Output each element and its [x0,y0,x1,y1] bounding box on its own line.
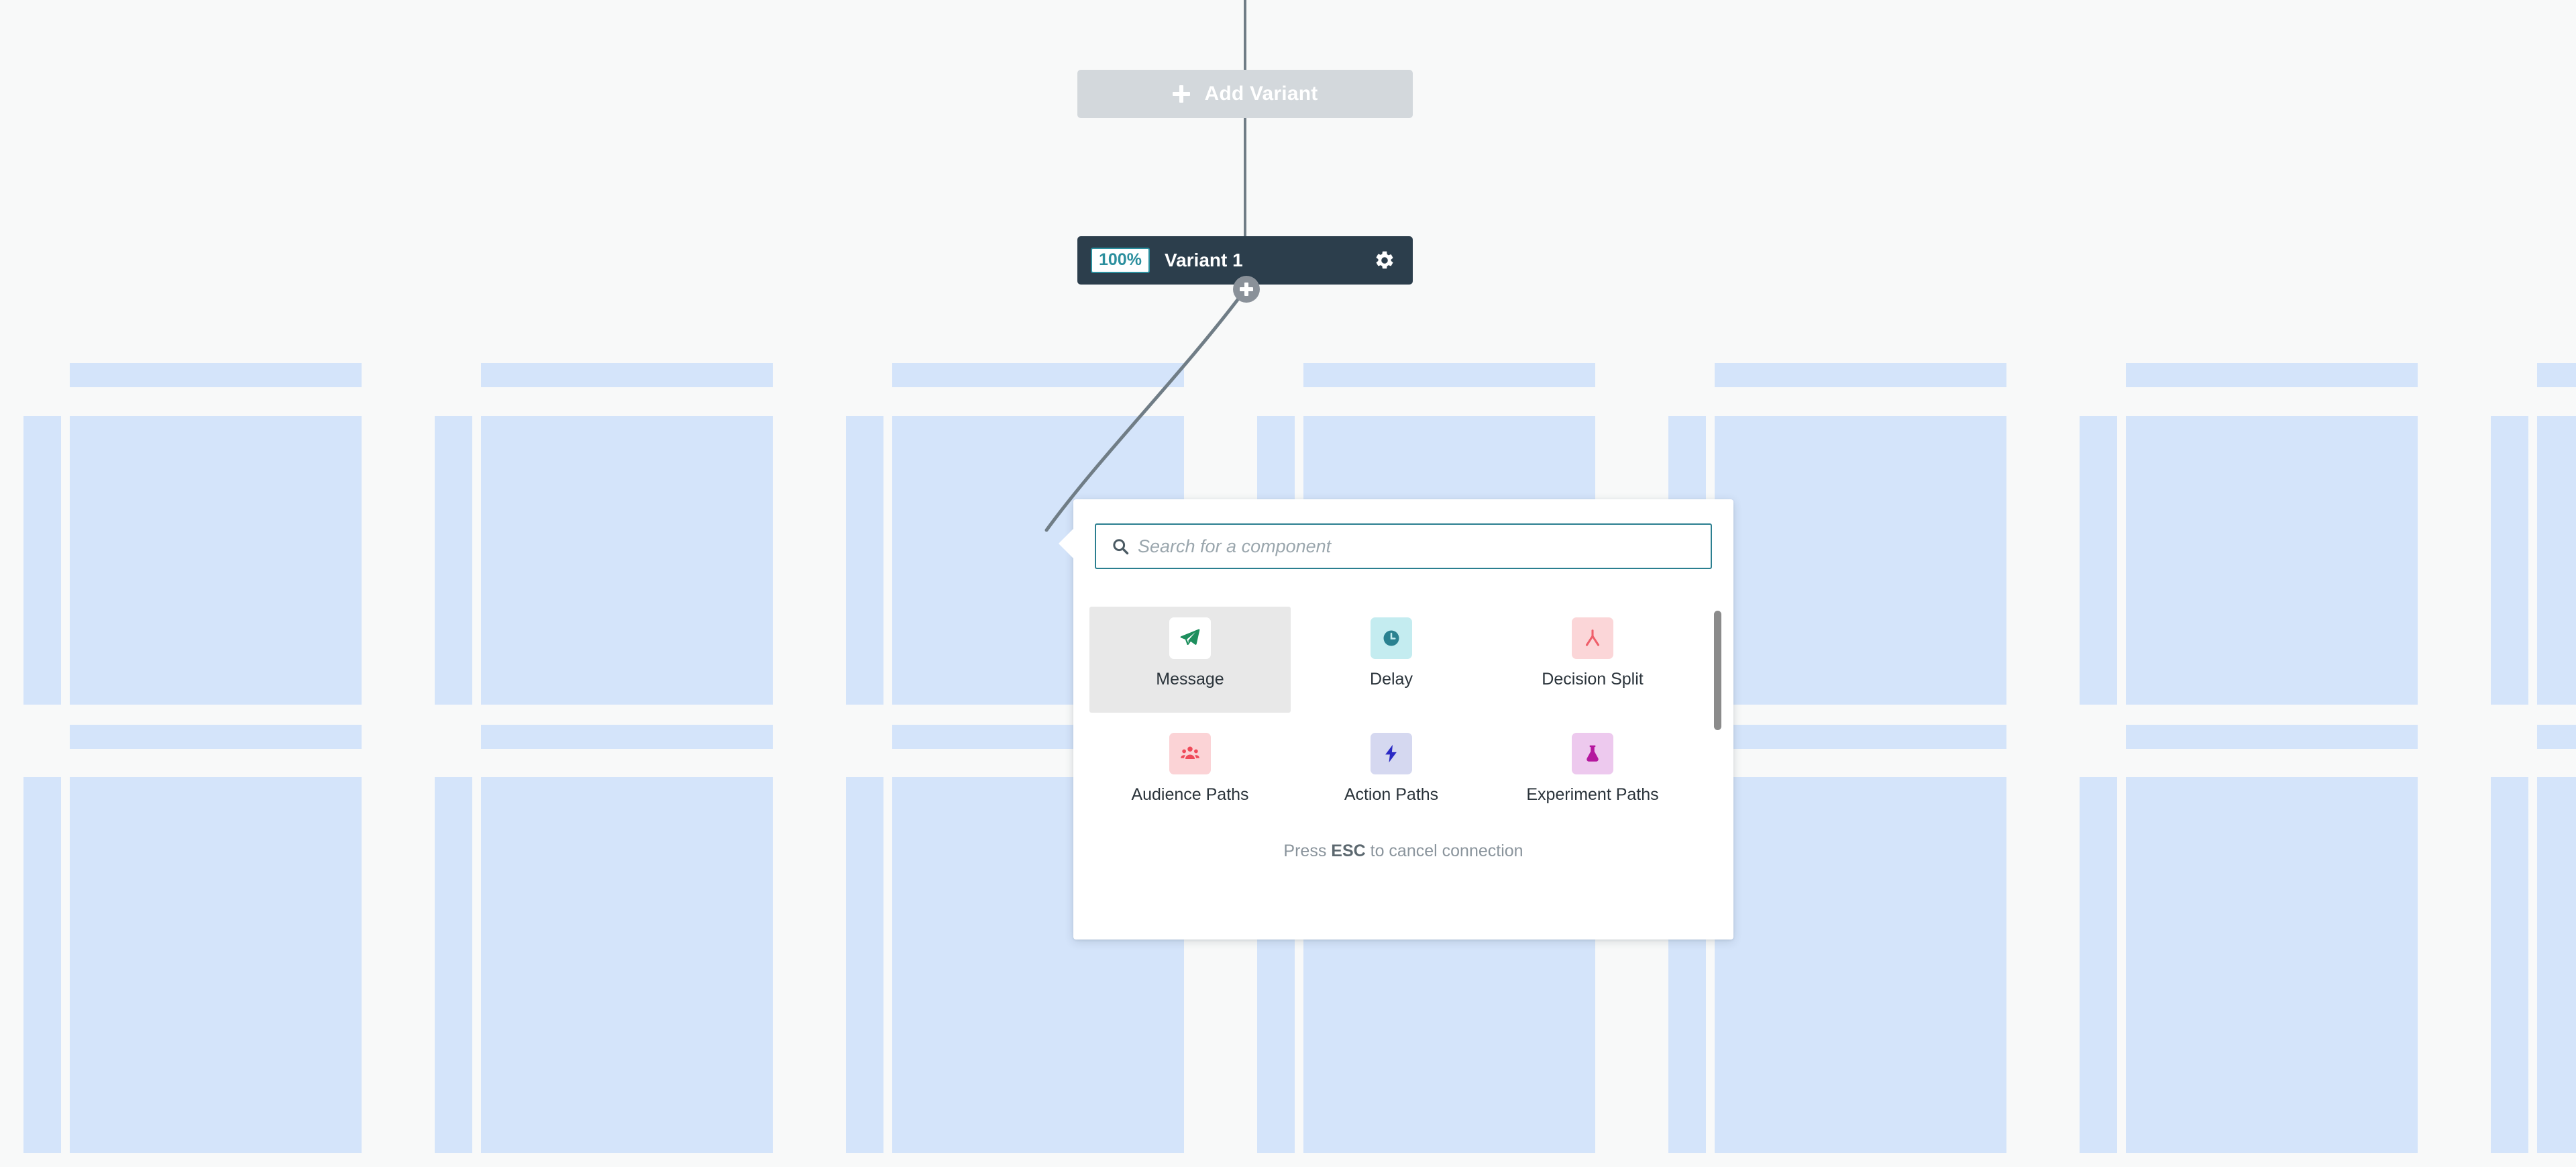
skeleton-block [1715,363,2006,387]
add-variant-button[interactable]: Add Variant [1077,70,1413,118]
component-tile-label: Audience Paths [1131,784,1248,806]
variant-percent-badge: 100% [1091,248,1150,273]
skeleton-block [1715,725,2006,749]
component-list: Message Delay [1089,607,1693,828]
component-tile-delay[interactable]: Delay [1291,607,1492,713]
skeleton-block [2491,416,2528,705]
picker-hint-text: Press ESC to cancel connection [1073,842,1733,861]
component-tile-label: Decision Split [1542,668,1643,691]
skeleton-block [2126,363,2418,387]
skeleton-block [2537,416,2576,705]
skeleton-block [846,416,883,705]
variant-settings-button[interactable] [1371,247,1398,274]
add-variant-label: Add Variant [1205,83,1318,105]
skeleton-block [70,777,362,1153]
component-tile-decision-split[interactable]: Decision Split [1492,607,1693,713]
plus-icon [1173,85,1190,103]
variant-add-connection-handle[interactable] [1233,276,1260,303]
component-tile-action-paths[interactable]: Action Paths [1291,722,1492,828]
hint-prefix: Press [1283,842,1331,860]
component-list-scrollbar[interactable] [1713,611,1721,825]
component-picker-panel[interactable]: Message Delay [1073,499,1733,940]
fork-split-icon [1572,617,1613,659]
skeleton-block [70,363,362,387]
lightning-bolt-icon [1371,733,1412,774]
skeleton-block [2537,725,2576,749]
clock-icon [1371,617,1412,659]
skeleton-block [2126,416,2418,705]
skeleton-block [70,725,362,749]
skeleton-block [846,777,883,1153]
plus-circle-icon [1240,283,1253,296]
edge-pending-connection [1046,290,1245,530]
journey-canvas[interactable]: Add Variant 100% Variant 1 [0,0,2576,1167]
skeleton-block [481,363,773,387]
skeleton-block [435,777,472,1153]
gear-icon [1374,250,1395,271]
flask-icon [1572,733,1613,774]
variant-node-title: Variant 1 [1165,250,1243,271]
component-tile-message[interactable]: Message [1089,607,1291,713]
component-search-row [1095,523,1712,569]
scrollbar-thumb[interactable] [1714,611,1721,730]
component-tile-label: Delay [1370,668,1413,691]
paper-plane-icon [1169,617,1211,659]
component-search-input[interactable] [1095,523,1712,569]
skeleton-block [2491,777,2528,1153]
component-tile-label: Message [1156,668,1224,691]
skeleton-block [481,725,773,749]
skeleton-block [1715,416,2006,705]
skeleton-block [481,777,773,1153]
skeleton-block [2537,777,2576,1153]
component-tile-audience-paths[interactable]: Audience Paths [1089,722,1291,828]
hint-key: ESC [1331,842,1365,860]
skeleton-block [1715,777,2006,1153]
skeleton-block [892,363,1184,387]
skeleton-block [481,416,773,705]
picker-pointer-notch [1059,529,1073,558]
component-tile-label: Experiment Paths [1526,784,1658,806]
component-tile-experiment-paths[interactable]: Experiment Paths [1492,722,1693,828]
skeleton-block [435,416,472,705]
hint-suffix: to cancel connection [1366,842,1523,860]
skeleton-block [23,777,61,1153]
skeleton-block [70,416,362,705]
skeleton-block [1303,363,1595,387]
people-group-icon [1169,733,1211,774]
skeleton-block [2126,777,2418,1153]
skeleton-block [2537,363,2576,387]
skeleton-block [2080,777,2117,1153]
skeleton-block [23,416,61,705]
skeleton-block [2080,416,2117,705]
skeleton-block [2126,725,2418,749]
component-tile-label: Action Paths [1344,784,1438,806]
